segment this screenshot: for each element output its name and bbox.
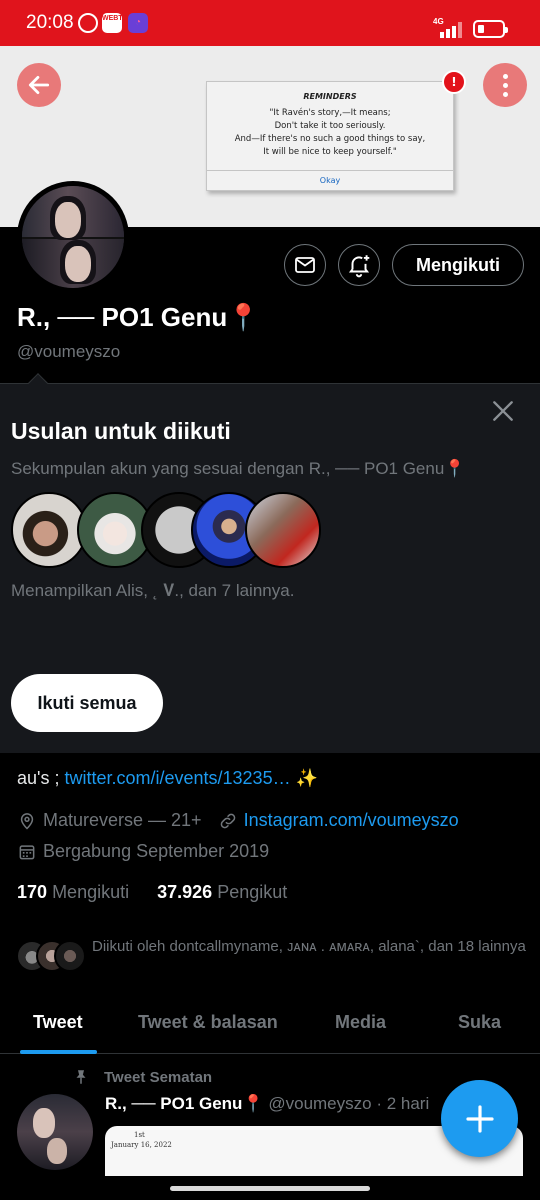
profile-meta-row: Matureverse — 21+ Instagram.com/voumeysz… (17, 810, 459, 831)
status-bar: 20:08 WEBTOON ◔ 4G (0, 0, 540, 46)
reminder-line: Don't take it too seriously. (274, 121, 386, 131)
following-link[interactable]: 170 Mengikuti (17, 882, 129, 902)
compose-tweet-button[interactable] (441, 1080, 518, 1157)
profile-location: Matureverse — 21+ (43, 810, 202, 830)
webtoon-icon: WEBTOON (102, 13, 138, 33)
notification-button[interactable] (338, 244, 380, 286)
follower-avatar (54, 940, 86, 972)
tab-likes[interactable]: Suka (458, 1012, 501, 1033)
follow-all-button[interactable]: Ikuti semua (11, 674, 163, 732)
pinned-label: Tweet Sematan (104, 1068, 213, 1086)
tab-tweet-replies[interactable]: Tweet & balasan (138, 1012, 278, 1033)
followers-label: Pengikut (217, 882, 288, 902)
profile-avatar[interactable] (17, 181, 129, 293)
active-tab-indicator (20, 1050, 97, 1054)
reminder-line: It will be nice to keep yourself." (263, 147, 397, 157)
follow-stats: 170 Mengikuti 37.926 Pengikut (17, 882, 287, 903)
profile-joined-row: Bergabung September 2019 (17, 841, 269, 862)
plus-icon (465, 1104, 494, 1133)
signal-icon (440, 22, 464, 38)
back-button[interactable] (17, 63, 61, 107)
profile-name: R., ── PO1 Genu📍 (17, 302, 260, 332)
reminder-okay-button: Okay (207, 170, 453, 190)
reminder-title: REMINDERS (303, 92, 357, 101)
alert-icon: ! (442, 70, 466, 94)
followers-count: 37.926 (157, 882, 213, 902)
sparkles-emoji: ✨ (290, 768, 318, 788)
pin-icon (76, 1070, 86, 1084)
profile-bio: au's ; twitter.com/i/events/13235… ✨ (17, 768, 318, 789)
tweet-image-date: January 16, 2022 (111, 1141, 172, 1149)
tab-tweet[interactable]: Tweet (33, 1012, 83, 1033)
suggestions-description: Sekumpulan akun yang sesuai dengan R., ─… (11, 459, 466, 478)
reminder-line: And—If there's no such a good things to … (234, 134, 426, 144)
reminder-card: REMINDERS "It Ravén's story,—It means; D… (206, 70, 466, 191)
suggested-avatar[interactable] (11, 492, 87, 568)
tweet-avatar[interactable] (17, 1094, 93, 1170)
reminder-line: "It Ravén's story,—It means; (269, 108, 391, 118)
profile-tabs: Tweet Tweet & balasan Media Suka (0, 1000, 540, 1054)
link-icon (220, 813, 235, 828)
suggested-avatars[interactable] (11, 492, 331, 568)
battery-icon (473, 20, 508, 38)
pinned-label-row: Tweet Sematan (72, 1068, 212, 1086)
following-button[interactable]: Mengikuti (392, 244, 524, 286)
close-icon[interactable] (490, 398, 516, 424)
arrow-left-icon (28, 76, 50, 94)
suggestions-panel: Usulan untuk diikuti Sekumpulan akun yan… (0, 373, 540, 753)
tweet-author-meta: @voumeyszo · 2 hari (268, 1094, 430, 1113)
suggested-avatar[interactable] (245, 492, 321, 568)
envelope-icon (295, 257, 315, 273)
home-indicator[interactable] (170, 1186, 370, 1191)
profile-joined-date: Bergabung September 2019 (43, 841, 270, 861)
tweet-image-text: 1st (134, 1131, 145, 1139)
bio-text: au's ; (17, 768, 65, 788)
message-button[interactable] (284, 244, 326, 286)
status-time: 20:08 (26, 12, 74, 33)
profile-handle: @voumeyszo (17, 342, 121, 361)
more-vertical-icon (502, 73, 508, 97)
avatar-image (22, 186, 124, 288)
bio-link[interactable]: twitter.com/i/events/13235… (64, 768, 290, 788)
whatsapp-icon (78, 13, 98, 33)
tweet-author-name: R., ── PO1 Genu📍 (105, 1094, 264, 1113)
panel-pointer (28, 373, 48, 393)
suggestions-footer: Menampilkan Alis, ˛ 𝐕., dan 7 lainnya. (11, 581, 295, 600)
profile-screen: 20:08 WEBTOON ◔ 4G REMINDERS "It Ravén's… (0, 0, 540, 1200)
following-label: Mengikuti (52, 882, 130, 902)
followed-by-text: Diikuti oleh dontcallmyname, ᴊᴀɴᴀ . ᴀᴍᴀʀ… (92, 938, 526, 955)
profile-website[interactable]: Instagram.com/voumeyszo (244, 810, 459, 831)
app-notification-icon: ◔ (128, 13, 148, 33)
tab-media[interactable]: Media (335, 1012, 386, 1033)
suggestions-title: Usulan untuk diikuti (11, 418, 231, 444)
followers-link[interactable]: 37.926 Pengikut (157, 882, 287, 902)
following-count: 170 (17, 882, 48, 902)
more-options-button[interactable] (483, 63, 527, 107)
bell-plus-icon (348, 255, 370, 278)
calendar-icon (19, 844, 35, 859)
location-pin-icon (20, 812, 34, 830)
